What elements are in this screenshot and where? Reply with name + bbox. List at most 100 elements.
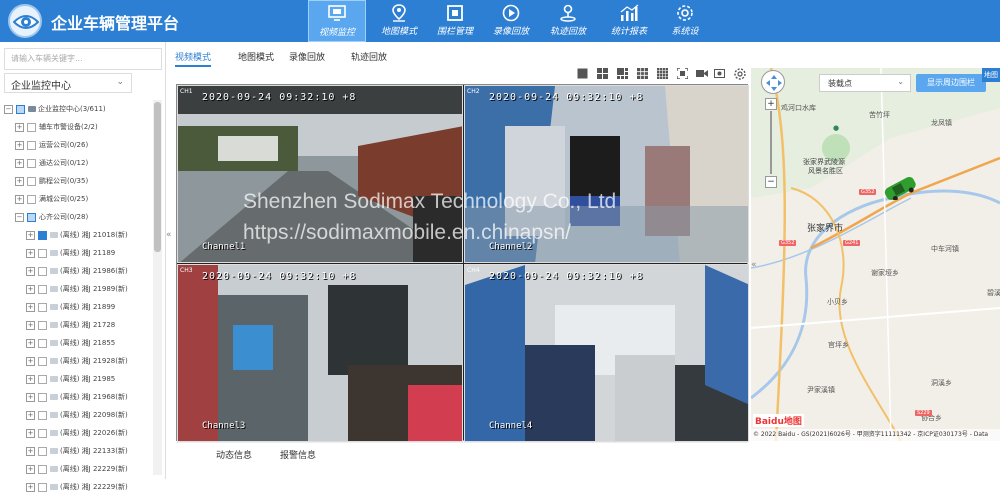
zoom-in-button[interactable]: +	[765, 98, 777, 110]
expand-icon[interactable]: +	[26, 338, 35, 348]
tree-node[interactable]: + (离线) 湘J 22026(新)	[4, 424, 152, 442]
tree-checkbox[interactable]	[38, 464, 47, 474]
expand-icon[interactable]: +	[26, 392, 35, 402]
video-channel-1[interactable]: CH1 2020-09-24 09:32:10 +8 Channel1	[177, 85, 463, 263]
collapse-icon[interactable]: −	[4, 104, 13, 114]
tree-checkbox[interactable]	[38, 410, 47, 420]
tree-node[interactable]: + 辅车市警设备(2/2)	[4, 118, 152, 136]
expand-icon[interactable]: +	[26, 320, 35, 330]
settings-icon[interactable]	[734, 68, 746, 80]
nav-video-playback[interactable]: 录像回放	[482, 0, 540, 42]
tab-track-playback[interactable]: 轨迹回放	[351, 50, 387, 63]
tree-checkbox[interactable]	[27, 122, 36, 132]
tree-node[interactable]: + (离线) 湘J 21728	[4, 316, 152, 334]
tree-checkbox[interactable]	[38, 230, 47, 240]
tree-checkbox[interactable]	[38, 248, 47, 258]
poi-type-select[interactable]: 装载点 ⌄	[819, 74, 911, 92]
tab-alarm-info[interactable]: 报警信息	[280, 448, 316, 461]
tree-node[interactable]: + (离线) 湘J 21968(新)	[4, 388, 152, 406]
tree-checkbox[interactable]	[16, 104, 25, 114]
snapshot-icon[interactable]	[714, 68, 726, 80]
tree-node[interactable]: + (离线) 湘J 21189	[4, 244, 152, 262]
tree-node[interactable]: − 企业监控中心(3/611)	[4, 100, 152, 118]
expand-icon[interactable]: +	[15, 158, 24, 168]
vehicle-search-input[interactable]: 请输入车辆关键字...	[4, 48, 162, 70]
layout-4x4-icon[interactable]	[657, 68, 669, 80]
tree-checkbox[interactable]	[27, 140, 36, 150]
expand-icon[interactable]: +	[26, 464, 35, 474]
tree-checkbox[interactable]	[38, 482, 47, 492]
tree-checkbox[interactable]	[38, 338, 47, 348]
tree-node[interactable]: + (离线) 湘J 21855	[4, 334, 152, 352]
tree-checkbox[interactable]	[38, 302, 47, 312]
tree-node[interactable]: + (离线) 湘J 22098(新)	[4, 406, 152, 424]
map-type-switch[interactable]: 地图	[982, 68, 1000, 82]
tree-checkbox[interactable]	[38, 320, 47, 330]
tree-node[interactable]: + (离线) 湘J 21899	[4, 298, 152, 316]
expand-icon[interactable]: +	[26, 266, 35, 276]
expand-icon[interactable]: +	[26, 284, 35, 294]
expand-icon[interactable]: +	[15, 122, 24, 132]
tree-checkbox[interactable]	[38, 284, 47, 294]
nav-fence-management[interactable]: 围栏管理	[426, 0, 484, 42]
tree-checkbox[interactable]	[38, 446, 47, 456]
collapse-left-icon[interactable]: «	[166, 230, 175, 244]
video-channel-3[interactable]: CH3 2020-09-24 09:32:10 +8 Channel3	[177, 264, 463, 442]
nav-statistics-report[interactable]: 统计报表	[600, 0, 658, 42]
expand-icon[interactable]: +	[26, 302, 35, 312]
layout-3x3-icon[interactable]	[637, 68, 649, 80]
expand-icon[interactable]: +	[26, 248, 35, 258]
nav-video-monitor[interactable]: 视频监控	[308, 0, 366, 42]
tree-node[interactable]: + (离线) 湘J 21985	[4, 370, 152, 388]
tree-node[interactable]: + (离线) 湘J 21986(新)	[4, 262, 152, 280]
nav-system-settings[interactable]: 系统设	[656, 0, 714, 42]
expand-icon[interactable]: +	[26, 356, 35, 366]
tree-node[interactable]: + (离线) 湘J 21018(新)	[4, 226, 152, 244]
tree-node[interactable]: + (离线) 湘J 21928(新)	[4, 352, 152, 370]
zoom-slider[interactable]	[770, 111, 772, 174]
expand-icon[interactable]: +	[26, 482, 35, 492]
tree-node[interactable]: + 满城公司(0/25)	[4, 190, 152, 208]
expand-icon[interactable]: +	[26, 230, 35, 240]
zoom-out-button[interactable]: −	[765, 176, 777, 188]
tree-checkbox[interactable]	[38, 392, 47, 402]
layout-2x2-icon[interactable]	[597, 68, 609, 80]
layout-1x1-icon[interactable]	[577, 68, 589, 80]
tab-dynamic-info[interactable]: 动态信息	[216, 448, 252, 461]
tree-node[interactable]: + (离线) 湘J 22229(新)	[4, 478, 152, 496]
tab-map-mode[interactable]: 地图模式	[238, 50, 274, 63]
tab-video-mode[interactable]: 视频模式	[175, 50, 212, 67]
expand-icon[interactable]: +	[26, 410, 35, 420]
expand-icon[interactable]: +	[15, 140, 24, 150]
expand-icon[interactable]: +	[26, 446, 35, 456]
tab-video-playback[interactable]: 录像回放	[289, 50, 325, 63]
nav-track-playback[interactable]: 轨迹回放	[539, 0, 597, 42]
tree-scrollbar[interactable]	[153, 100, 162, 475]
tree-node[interactable]: − 心齐公司(0/28)	[4, 208, 152, 226]
tree-checkbox[interactable]	[38, 356, 47, 366]
tree-checkbox[interactable]	[27, 212, 36, 222]
collapse-icon[interactable]: −	[15, 212, 24, 222]
tree-node[interactable]: + 运营公司(0/26)	[4, 136, 152, 154]
tree-node[interactable]: + (离线) 湘J 21989(新)	[4, 280, 152, 298]
tree-checkbox[interactable]	[27, 158, 36, 168]
fullscreen-icon[interactable]	[676, 67, 689, 80]
tree-node[interactable]: + 通达公司(0/12)	[4, 154, 152, 172]
show-surround-fence-button[interactable]: 显示周边围栏	[916, 74, 986, 92]
map-panel[interactable]: ● 张家界武陵源 风景名胜区 张家界市 中车河镇 谢家垭乡 小贝乡 碧溪乡 官坪…	[751, 68, 1000, 441]
tree-checkbox[interactable]	[38, 428, 47, 438]
video-channel-2[interactable]: CH2 2020-09-24 09:32:10 +8 Channel2	[464, 85, 749, 263]
layout-1plus5-icon[interactable]	[617, 68, 629, 80]
tree-checkbox[interactable]	[27, 176, 36, 186]
record-icon[interactable]	[696, 68, 708, 80]
tree-node[interactable]: + (离线) 湘J 22133(新)	[4, 442, 152, 460]
org-select[interactable]: 企业监控中心 ⌄	[4, 73, 132, 93]
map-pan-control[interactable]	[761, 70, 785, 94]
tree-checkbox[interactable]	[38, 266, 47, 276]
expand-icon[interactable]: +	[26, 428, 35, 438]
tree-node[interactable]: + (离线) 湘J 22229(新)	[4, 460, 152, 478]
tree-node[interactable]: + 鹏程公司(0/35)	[4, 172, 152, 190]
expand-icon[interactable]: +	[26, 374, 35, 384]
tree-checkbox[interactable]	[38, 374, 47, 384]
nav-map-mode[interactable]: 地图模式	[370, 0, 428, 42]
